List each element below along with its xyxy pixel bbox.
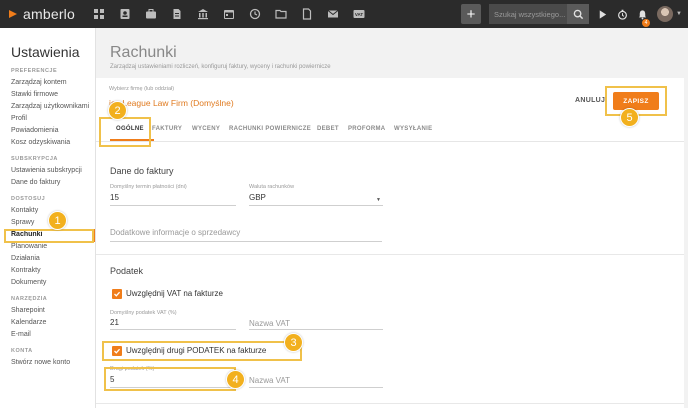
- sidebar-heading-subscription: SUBSKRYPCJA: [11, 156, 58, 162]
- tab-trust-accounts[interactable]: RACHUNKI POWIERNICZE: [229, 126, 311, 132]
- sidebar-item-subscription-settings[interactable]: Ustawienia subskrypcji: [11, 167, 82, 174]
- add-new-button[interactable]: +: [461, 4, 482, 24]
- notifications-button[interactable]: 4: [633, 4, 651, 27]
- step-badge-1: 1: [48, 211, 67, 230]
- sidebar-item-sharepoint[interactable]: Sharepoint: [11, 307, 45, 314]
- user-avatar[interactable]: [657, 6, 674, 22]
- tab-quotes[interactable]: WYCENY: [192, 126, 220, 132]
- dashboard-icon[interactable]: [86, 0, 112, 28]
- sidebar-item-activities[interactable]: Działania: [11, 255, 40, 262]
- cancel-button[interactable]: ANULUJ: [575, 97, 605, 104]
- currency-select[interactable]: GBP: [249, 193, 266, 202]
- search-input[interactable]: Szukaj wszystkiego...: [489, 4, 568, 24]
- sidebar-item-recycle-bin[interactable]: Kosz odzyskiwania: [11, 139, 70, 146]
- highlight-tab-general: [99, 117, 151, 147]
- section-divider: [96, 403, 684, 404]
- sidebar-item-notifications[interactable]: Powiadomienia: [11, 127, 58, 134]
- sidebar-item-contracts[interactable]: Kontrakty: [11, 267, 41, 274]
- briefcase-icon[interactable]: [138, 0, 164, 28]
- tab-debit[interactable]: DEBET: [317, 126, 339, 132]
- include-vat-label[interactable]: Uwzględnij VAT na fakturze: [126, 289, 223, 298]
- payment-term-underline: [110, 205, 236, 206]
- payment-term-input[interactable]: 15: [110, 193, 119, 202]
- check-icon: [114, 291, 121, 297]
- sidebar-item-invoice-data[interactable]: Dane do faktury: [11, 179, 60, 186]
- sidebar-item-profile[interactable]: Profil: [11, 115, 27, 122]
- sidebar-item-create-account[interactable]: Stwórz nowe konto: [11, 359, 70, 366]
- history-icon[interactable]: [242, 0, 268, 28]
- currency-underline: [249, 205, 383, 206]
- vat-name-input[interactable]: Nazwa VAT: [249, 319, 290, 328]
- chevron-down-icon[interactable]: ▼: [376, 197, 381, 203]
- second-vat-name-underline: [249, 387, 383, 388]
- tab-proforma[interactable]: PROFORMA: [348, 126, 385, 132]
- play-icon: [599, 9, 606, 19]
- currency-label: Waluta rachunków: [249, 184, 295, 190]
- stopwatch-button[interactable]: [613, 4, 631, 24]
- tab-invoices[interactable]: FAKTURY: [152, 126, 182, 132]
- logo-text: amberlo: [23, 6, 75, 22]
- play-timer-button[interactable]: [593, 4, 611, 24]
- stopwatch-icon: [617, 9, 627, 20]
- app-logo[interactable]: amberlo: [0, 0, 86, 28]
- page-subtitle: Zarządzaj ustawieniami rozliczeń, konfig…: [110, 64, 331, 70]
- default-vat-input[interactable]: 21: [110, 318, 119, 327]
- sidebar-item-manage-users[interactable]: Zarządzaj użytkownikami: [11, 103, 89, 110]
- invoice-data-section-title: Dane do faktury: [110, 166, 174, 176]
- sidebar-heading-accounts: KONTA: [11, 348, 33, 354]
- payment-term-label: Domyślny termin płatności (dni): [110, 184, 187, 190]
- chevron-down-icon[interactable]: ▼: [676, 11, 682, 17]
- file-icon[interactable]: [294, 0, 320, 28]
- mail-icon[interactable]: [320, 0, 346, 28]
- section-divider: [96, 254, 684, 255]
- tab-sending[interactable]: WYSYŁANIE: [394, 126, 432, 132]
- vat-icon-label: VAT: [355, 12, 364, 17]
- page-title: Rachunki: [110, 44, 177, 61]
- step-badge-2: 2: [108, 101, 127, 120]
- sidebar-item-calendars[interactable]: Kalendarze: [11, 319, 46, 326]
- highlight-second-tax-input: [104, 367, 236, 391]
- firm-select-label: Wybierz firmę (lub oddział): [109, 86, 175, 92]
- second-vat-name-input[interactable]: Nazwa VAT: [249, 376, 290, 385]
- sidebar-item-manage-account[interactable]: Zarządzaj kontem: [11, 79, 67, 86]
- sidebar-heading-tools: NARZĘDZIA: [11, 296, 48, 302]
- default-vat-label: Domyślny podatek VAT (%): [110, 310, 177, 316]
- tax-section-title: Podatek: [110, 266, 144, 276]
- firm-select[interactable]: ice League Law Firm (Domyślne): [109, 98, 234, 108]
- seller-info-underline: [110, 241, 382, 242]
- include-vat-checkbox[interactable]: [112, 289, 122, 299]
- highlight-second-tax-checkbox: [102, 341, 302, 361]
- notification-count-badge: 4: [642, 19, 651, 27]
- settings-tabs: OGÓLNE FAKTURY WYCENY RACHUNKI POWIERNIC…: [96, 120, 684, 142]
- search-icon: [573, 9, 583, 19]
- sidebar-heading-customize: DOSTOSUJ: [11, 196, 46, 202]
- top-navigation-bar: amberlo VAT + Szukaj wszystkiego... 4 ▼: [0, 0, 688, 28]
- amberlo-logo-icon: [9, 10, 17, 18]
- sidebar-item-matters[interactable]: Sprawy: [11, 219, 34, 226]
- sidebar-title: Ustawienia: [11, 44, 80, 60]
- sidebar-heading-preferences: PREFERENCJE: [11, 68, 58, 74]
- sidebar-item-contacts[interactable]: Kontakty: [11, 207, 38, 214]
- vat-icon[interactable]: VAT: [346, 0, 372, 28]
- folder-icon[interactable]: [268, 0, 294, 28]
- contacts-icon[interactable]: [112, 0, 138, 28]
- sidebar-item-email[interactable]: E-mail: [11, 331, 31, 338]
- step-badge-5: 5: [620, 108, 639, 127]
- default-vat-underline: [110, 329, 236, 330]
- calendar-icon[interactable]: [216, 0, 242, 28]
- step-badge-3: 3: [284, 333, 303, 352]
- highlight-sidebar-bills: [4, 229, 94, 243]
- bank-icon[interactable]: [190, 0, 216, 28]
- vat-name-underline: [249, 329, 383, 330]
- step-badge-4: 4: [226, 370, 245, 389]
- search-button[interactable]: [567, 4, 590, 24]
- seller-info-input[interactable]: Dodatkowe informacje o sprzedawcy: [110, 228, 240, 237]
- document-icon[interactable]: [164, 0, 190, 28]
- sidebar-item-documents[interactable]: Dokumenty: [11, 279, 46, 286]
- sidebar-item-planning[interactable]: Planowanie: [11, 243, 47, 250]
- sidebar-item-company-rates[interactable]: Stawki firmowe: [11, 91, 58, 98]
- bell-icon: [638, 9, 646, 19]
